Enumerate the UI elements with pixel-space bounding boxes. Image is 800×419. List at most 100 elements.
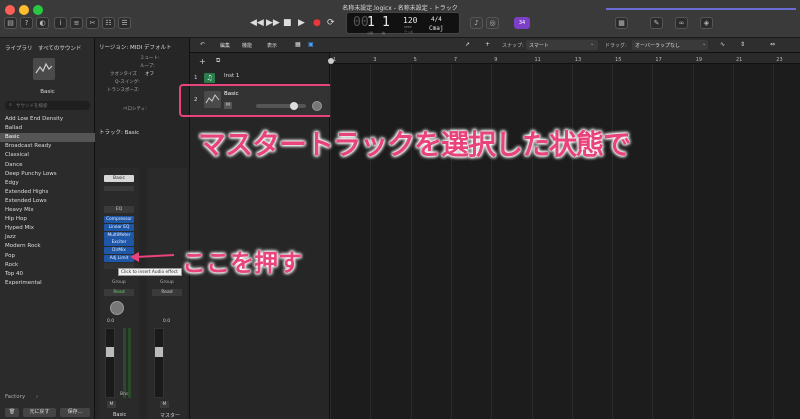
- mute-button-master[interactable]: M: [160, 401, 169, 408]
- grid-icon[interactable]: ▦: [295, 41, 301, 48]
- bounce-label[interactable]: Bnc: [120, 392, 128, 397]
- instruction-main: マスタートラックを選択した状態で: [198, 128, 631, 161]
- library-item[interactable]: Add Low End Density: [0, 115, 95, 124]
- plugin-slot[interactable]: MultiMeter: [104, 231, 134, 239]
- timeline-ruler[interactable]: [330, 53, 800, 64]
- track-row-inst1[interactable]: 1 ♫ Inst 1: [190, 71, 330, 85]
- master-fader-track[interactable]: [154, 328, 164, 398]
- back-icon[interactable]: ↶: [200, 41, 205, 48]
- list-editors-icon[interactable]: ▦: [615, 17, 628, 29]
- add-track-icon[interactable]: +: [199, 57, 206, 66]
- region-header[interactable]: リージョン: MIDI デフォルト: [99, 43, 171, 51]
- library-tab[interactable]: ライブラリ: [5, 44, 33, 52]
- automation-read-button[interactable]: Read: [104, 289, 134, 296]
- snap-select[interactable]: スマート ⌄: [526, 40, 598, 50]
- mute-button-strip[interactable]: M: [107, 401, 116, 408]
- library-item[interactable]: Broadcast Ready: [0, 142, 95, 151]
- library-toggle-icon[interactable]: ▤: [4, 17, 17, 29]
- inspector-toggle-icon[interactable]: i: [54, 17, 67, 29]
- track-name[interactable]: Inst 1: [224, 73, 239, 79]
- library-item[interactable]: Top 40: [0, 270, 95, 279]
- edit-menu[interactable]: 編集: [220, 42, 230, 49]
- library-item[interactable]: Basic: [0, 133, 95, 143]
- grid-line: [773, 64, 775, 419]
- plugin-slot[interactable]: Exciter: [104, 239, 134, 247]
- library-item[interactable]: Jazz: [0, 233, 95, 242]
- cycle-button[interactable]: ⟳: [327, 18, 335, 28]
- solo-icon[interactable]: ◎: [486, 17, 499, 29]
- help-icon[interactable]: ?: [20, 17, 33, 29]
- record-button[interactable]: ●: [313, 18, 321, 28]
- param-quantize: クオンタイズ: [110, 72, 137, 77]
- library-item[interactable]: Hyped Mix: [0, 224, 95, 233]
- fast-forward-button[interactable]: ▶▶: [266, 18, 280, 28]
- library-item[interactable]: Hip Hop: [0, 215, 95, 224]
- pan-knob[interactable]: [110, 301, 124, 315]
- library-item[interactable]: Extended Lows: [0, 197, 95, 206]
- preset-slot[interactable]: Basic: [104, 175, 134, 182]
- plugin-slot[interactable]: Compressor: [104, 216, 134, 223]
- quantize-value[interactable]: オフ: [145, 71, 154, 77]
- mute-label-master: M: [162, 402, 167, 407]
- volume-fader-track[interactable]: [105, 328, 115, 398]
- toolbar-toggle-icon[interactable]: ≡: [70, 17, 83, 29]
- library-item[interactable]: Heavy Mix: [0, 206, 95, 215]
- drag-value: オーバーラップなし: [635, 43, 680, 49]
- delete-icon[interactable]: 🗑: [5, 408, 19, 417]
- zoom-vertical-icon[interactable]: ⇕: [740, 41, 745, 48]
- catch-icon[interactable]: ▣: [308, 41, 314, 48]
- mixer-icon[interactable]: ☷: [102, 17, 115, 29]
- stop-button[interactable]: ■: [283, 18, 292, 28]
- zoom-horizontal-icon[interactable]: ⇔: [770, 41, 775, 48]
- play-button[interactable]: ▶: [298, 18, 305, 28]
- function-menu[interactable]: 機能: [242, 42, 252, 49]
- count-in-badge[interactable]: 34: [514, 17, 530, 29]
- insert-effect-tooltip: Click to insert Audio effect: [118, 268, 182, 276]
- settings-slot[interactable]: [104, 186, 134, 191]
- title-bar: 名称未設定.logicx - 名称未設定 - トラック ▤ ? ◐ i ≡ ✂ …: [0, 0, 800, 38]
- waveform-zoom-icon[interactable]: ∿: [720, 41, 725, 48]
- drag-select[interactable]: オーバーラップなし ⌄: [632, 40, 708, 50]
- eq-slot[interactable]: EQ: [104, 206, 134, 213]
- plugin-slot[interactable]: Linear EQ: [104, 223, 134, 231]
- library-item[interactable]: Experimental: [0, 279, 95, 288]
- chevron-right-icon[interactable]: ›: [36, 394, 38, 400]
- library-item[interactable]: Ballad: [0, 124, 95, 133]
- loop-browser-icon[interactable]: ∞: [675, 17, 688, 29]
- tuner-icon[interactable]: ♪: [470, 17, 483, 29]
- master-fader-handle[interactable]: [155, 347, 163, 357]
- lcd-key: Cmaj: [429, 25, 444, 32]
- library-item[interactable]: Classical: [0, 151, 95, 160]
- library-item[interactable]: Extended Highs: [0, 188, 95, 197]
- group-label-master[interactable]: Group: [160, 280, 174, 285]
- rewind-button[interactable]: ◀◀: [250, 18, 264, 28]
- grid-line: [450, 64, 452, 419]
- library-item[interactable]: Modern Rock: [0, 242, 95, 251]
- library-item[interactable]: Pop: [0, 252, 95, 261]
- arrange-area: ➚ + スナップ: スマート ⌄ ドラッグ: オーバーラップなし ⌄ ∿ ⇕ ⇔: [328, 38, 800, 419]
- duplicate-track-icon[interactable]: ⧉: [216, 57, 220, 65]
- automation-read-button-master[interactable]: Read: [152, 289, 182, 296]
- editors-icon[interactable]: ✂: [86, 17, 99, 29]
- pointer-tool-icon[interactable]: ➚: [465, 41, 470, 48]
- list-icon[interactable]: ☰: [118, 17, 131, 29]
- lcd-display[interactable]: 00 1 1 小節 拍 120 KEEP テンポ 4/4 Cmaj: [346, 12, 460, 35]
- view-menu[interactable]: 表示: [267, 42, 277, 49]
- track-header[interactable]: トラック: Basic: [99, 128, 139, 136]
- library-item[interactable]: Deep Punchy Lows: [0, 170, 95, 179]
- library-item[interactable]: Dance: [0, 161, 95, 170]
- revert-button[interactable]: 元に戻す: [23, 408, 56, 417]
- search-placeholder: サウンドを検索: [16, 104, 48, 109]
- all-sounds-tab[interactable]: すべてのサウンド: [38, 44, 81, 52]
- library-item[interactable]: Rock: [0, 261, 95, 270]
- pencil-tool-icon[interactable]: +: [485, 41, 490, 48]
- grid-line: [410, 64, 412, 419]
- note-pad-icon[interactable]: ✎: [650, 17, 663, 29]
- smart-controls-icon[interactable]: ◐: [36, 17, 49, 29]
- library-search-input[interactable]: ⌕ サウンドを検索: [5, 101, 90, 110]
- library-item[interactable]: Edgy: [0, 179, 95, 188]
- group-label[interactable]: Group: [112, 280, 126, 285]
- volume-fader-handle[interactable]: [106, 347, 114, 357]
- save-button[interactable]: 保存...: [60, 408, 90, 417]
- browser-icon[interactable]: ◈: [700, 17, 713, 29]
